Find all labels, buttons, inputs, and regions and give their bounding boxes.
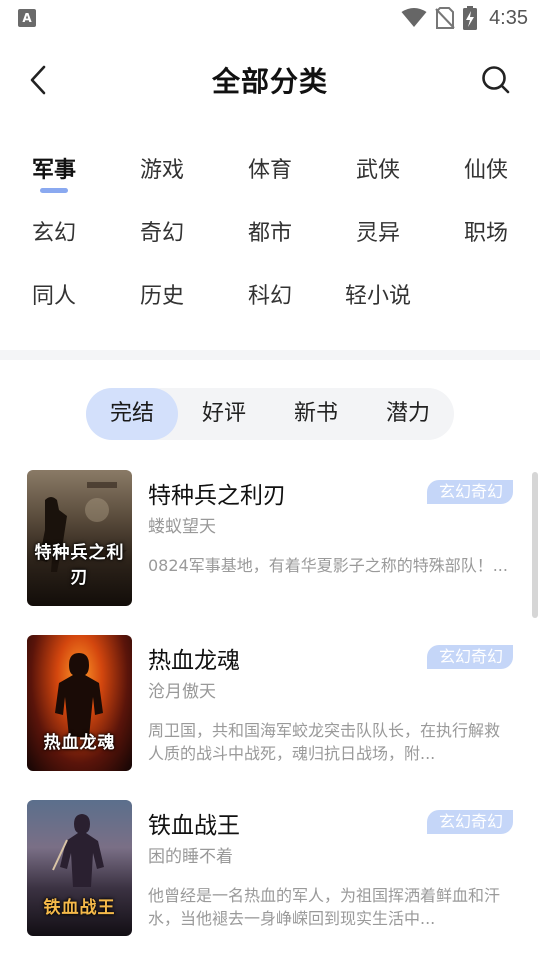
category-row: 玄幻 奇幻 都市 灵异 职场 — [0, 203, 540, 266]
clock: 4:35 — [489, 6, 528, 29]
book-description: 0824军事基地，有着华夏影子之称的特殊部队！... — [148, 556, 508, 575]
book-cover-title: 特种兵之利刃 — [34, 543, 125, 588]
book-description: 他曾经是一名热血的军人，为祖国挥洒着鲜血和汗水，当他褪去一身峥嵘回到现实生活中.… — [148, 886, 501, 928]
book-list: 特种兵之利刃 特种兵之利刃 玄幻奇幻 蝼蚁望天 0824军事基地，有着华夏影子之… — [0, 470, 540, 960]
search-icon — [482, 66, 510, 94]
category-scifi[interactable]: 科幻 — [248, 278, 356, 310]
wifi-icon — [401, 8, 427, 27]
genre-tag: 玄幻奇幻 — [426, 480, 513, 504]
category-workplace[interactable]: 职场 — [464, 215, 540, 247]
search-button[interactable] — [478, 62, 514, 98]
category-fanfic[interactable]: 同人 — [32, 278, 140, 310]
book-author: 沧月傲天 — [148, 682, 216, 702]
book-author: 蝼蚁望天 — [148, 517, 216, 537]
battery-charging-icon — [463, 6, 478, 30]
category-games[interactable]: 游戏 — [140, 152, 248, 184]
book-cover[interactable]: 热血龙魂 — [27, 635, 132, 771]
status-icons: 4:35 — [401, 6, 528, 30]
header: 全部分类 — [0, 44, 540, 116]
book-cover[interactable]: 铁血战王 — [27, 800, 132, 936]
category-sports[interactable]: 体育 — [248, 152, 356, 184]
book-title[interactable]: 热血龙魂 — [148, 641, 240, 675]
list-item[interactable]: 铁血战王 铁血战王 玄幻奇幻 困的睡不着 他曾经是一名热血的军人，为祖国挥洒着鲜… — [0, 800, 540, 960]
category-fantasy[interactable]: 奇幻 — [140, 215, 248, 247]
tab-completed[interactable]: 完结 — [86, 388, 178, 440]
list-item[interactable]: 热血龙魂 热血龙魂 玄幻奇幻 沧月傲天 周卫国，共和国海军蛟龙突击队队长，在执行… — [0, 635, 540, 800]
category-military[interactable]: 军事 — [32, 152, 140, 184]
section-divider — [0, 350, 540, 360]
book-cover[interactable]: 特种兵之利刃 — [27, 470, 132, 606]
category-history[interactable]: 历史 — [140, 278, 248, 310]
tab-top-rated[interactable]: 好评 — [178, 388, 270, 440]
filter-tabs: 完结 好评 新书 潜力 — [86, 388, 454, 440]
category-grid: 军事 游戏 体育 武侠 仙侠 玄幻 奇幻 都市 灵异 职场 同人 历史 科幻 轻… — [0, 140, 540, 329]
category-martial-arts[interactable]: 武侠 — [356, 152, 464, 184]
book-title[interactable]: 铁血战王 — [148, 806, 240, 840]
status-bar: A 4:35 — [0, 0, 540, 36]
book-cover-title: 铁血战王 — [43, 898, 116, 918]
app-notification-icon: A — [18, 9, 36, 27]
tab-potential[interactable]: 潜力 — [362, 388, 454, 440]
no-sim-icon — [435, 7, 455, 29]
category-light-novel[interactable]: 轻小说 — [345, 278, 453, 310]
category-row: 军事 游戏 体育 武侠 仙侠 — [0, 140, 540, 203]
book-author: 困的睡不着 — [148, 847, 233, 867]
genre-tag: 玄幻奇幻 — [426, 810, 513, 834]
tab-new[interactable]: 新书 — [270, 388, 362, 440]
scrollbar[interactable] — [532, 472, 538, 618]
category-urban[interactable]: 都市 — [248, 215, 356, 247]
book-description: 周卫国，共和国海军蛟龙突击队队长，在执行解救人质的战斗中战死，魂归抗日战场，附.… — [148, 721, 501, 763]
genre-tag: 玄幻奇幻 — [426, 645, 513, 669]
book-title[interactable]: 特种兵之利刃 — [148, 476, 286, 510]
category-supernatural[interactable]: 灵异 — [356, 215, 464, 247]
list-item[interactable]: 特种兵之利刃 特种兵之利刃 玄幻奇幻 蝼蚁望天 0824军事基地，有着华夏影子之… — [0, 470, 540, 635]
active-category-indicator — [40, 188, 68, 193]
page-title: 全部分类 — [211, 65, 328, 98]
category-xianxia[interactable]: 仙侠 — [464, 152, 540, 184]
category-xuanhuan[interactable]: 玄幻 — [32, 215, 140, 247]
book-cover-title: 热血龙魂 — [43, 733, 116, 753]
category-row: 同人 历史 科幻 轻小说 — [0, 266, 540, 329]
